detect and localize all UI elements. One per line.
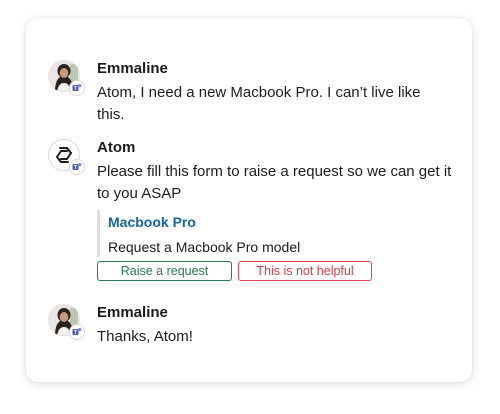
message-text: Thanks, Atom! (97, 328, 193, 345)
not-helpful-button[interactable]: This is not helpful (238, 261, 372, 281)
message-text: Atom, I need a new Macbook Pro. I can’t … (97, 84, 421, 123)
avatar-container: T (48, 60, 85, 96)
avatar-container: T (48, 139, 85, 175)
avatar-container: T (48, 304, 85, 340)
microsoft-teams-icon: T (69, 324, 85, 340)
attachment-card: Macbook Pro Request a Macbook Pro model (97, 210, 452, 257)
message-content: Emmaline Atom, I need a new Macbook Pro.… (97, 60, 452, 126)
message-content: Emmaline Thanks, Atom! (97, 304, 452, 348)
microsoft-teams-icon: T (69, 159, 85, 175)
sender-name[interactable]: Emmaline (97, 304, 452, 322)
attachment-description: Request a Macbook Pro model (108, 239, 301, 255)
attachment-title-link[interactable]: Macbook Pro (108, 210, 452, 232)
message-content: Atom Please fill this form to raise a re… (97, 139, 452, 281)
sender-name[interactable]: Emmaline (97, 60, 452, 78)
raise-request-button[interactable]: Raise a request (97, 261, 232, 281)
action-buttons: Raise a request This is not helpful (97, 261, 452, 281)
sender-name[interactable]: Atom (97, 139, 452, 157)
microsoft-teams-icon: T (69, 80, 85, 96)
message-text: Please fill this form to raise a request… (97, 163, 452, 202)
chat-card: T Emmaline Atom, I need a new Macbook Pr… (26, 18, 472, 382)
